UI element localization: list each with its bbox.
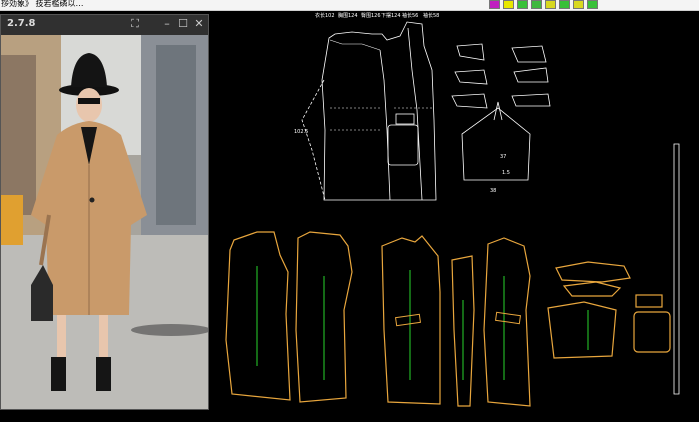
toolbar-text: 拶効象》 技若檻磷以…: [1, 0, 84, 8]
sleeve-panel: [547, 301, 617, 359]
pattern-board[interactable]: 衣长102 胸围124 臀围126 下摆124 袖长56 袖长58 102.5: [212, 10, 699, 418]
viewer-version: 2.7.8: [7, 18, 36, 29]
image-viewer-window[interactable]: 2.7.8 ⛶ – ☐ ✕: [0, 14, 209, 410]
tool-icon-5[interactable]: [545, 0, 556, 9]
maximize-icon[interactable]: ☐: [177, 18, 189, 30]
measure-label: 胸围124: [338, 12, 358, 19]
coat-pattern-pieces: [225, 231, 671, 407]
viewer-titlebar[interactable]: 2.7.8 ⛶ – ☐ ✕: [1, 15, 208, 35]
draft-block: 102.5: [294, 21, 437, 201]
toolbar-icons: [489, 0, 598, 10]
back-panel: [225, 231, 291, 401]
coat-model-photo: [1, 35, 208, 409]
tool-icon-6[interactable]: [559, 0, 570, 9]
tool-icon-2[interactable]: [503, 0, 514, 9]
tool-icon-8[interactable]: [587, 0, 598, 9]
measure-label: 衣长102: [315, 12, 335, 19]
front-panel: [381, 235, 441, 405]
pocket: [633, 311, 671, 353]
measure-label: 袖长56: [402, 12, 418, 19]
flap: [635, 294, 663, 308]
measure-label: 下摆124: [381, 12, 401, 19]
tool-icon-1[interactable]: [489, 0, 500, 9]
pocket-marks: [394, 311, 522, 327]
close-icon[interactable]: ✕: [193, 18, 205, 30]
sleeve-dim: 38: [490, 188, 496, 194]
tool-icon-7[interactable]: [573, 0, 584, 9]
sleeve-dim: 1.5: [502, 170, 510, 176]
tool-icon-3[interactable]: [517, 0, 528, 9]
collar-stand: [562, 281, 622, 297]
tool-icon-4[interactable]: [531, 0, 542, 9]
draft-dim: 102.5: [294, 129, 308, 135]
measure-label: 袖长58: [423, 12, 439, 19]
small-pieces: 37 1.5 38: [451, 43, 680, 395]
minimize-icon[interactable]: –: [161, 18, 173, 30]
collar-panel: [555, 261, 631, 283]
measure-label: 臀围126: [361, 13, 381, 19]
grainlines: [256, 266, 589, 380]
sleeve-dim: 37: [500, 154, 506, 160]
fit-screen-icon[interactable]: ⛶: [129, 18, 141, 30]
